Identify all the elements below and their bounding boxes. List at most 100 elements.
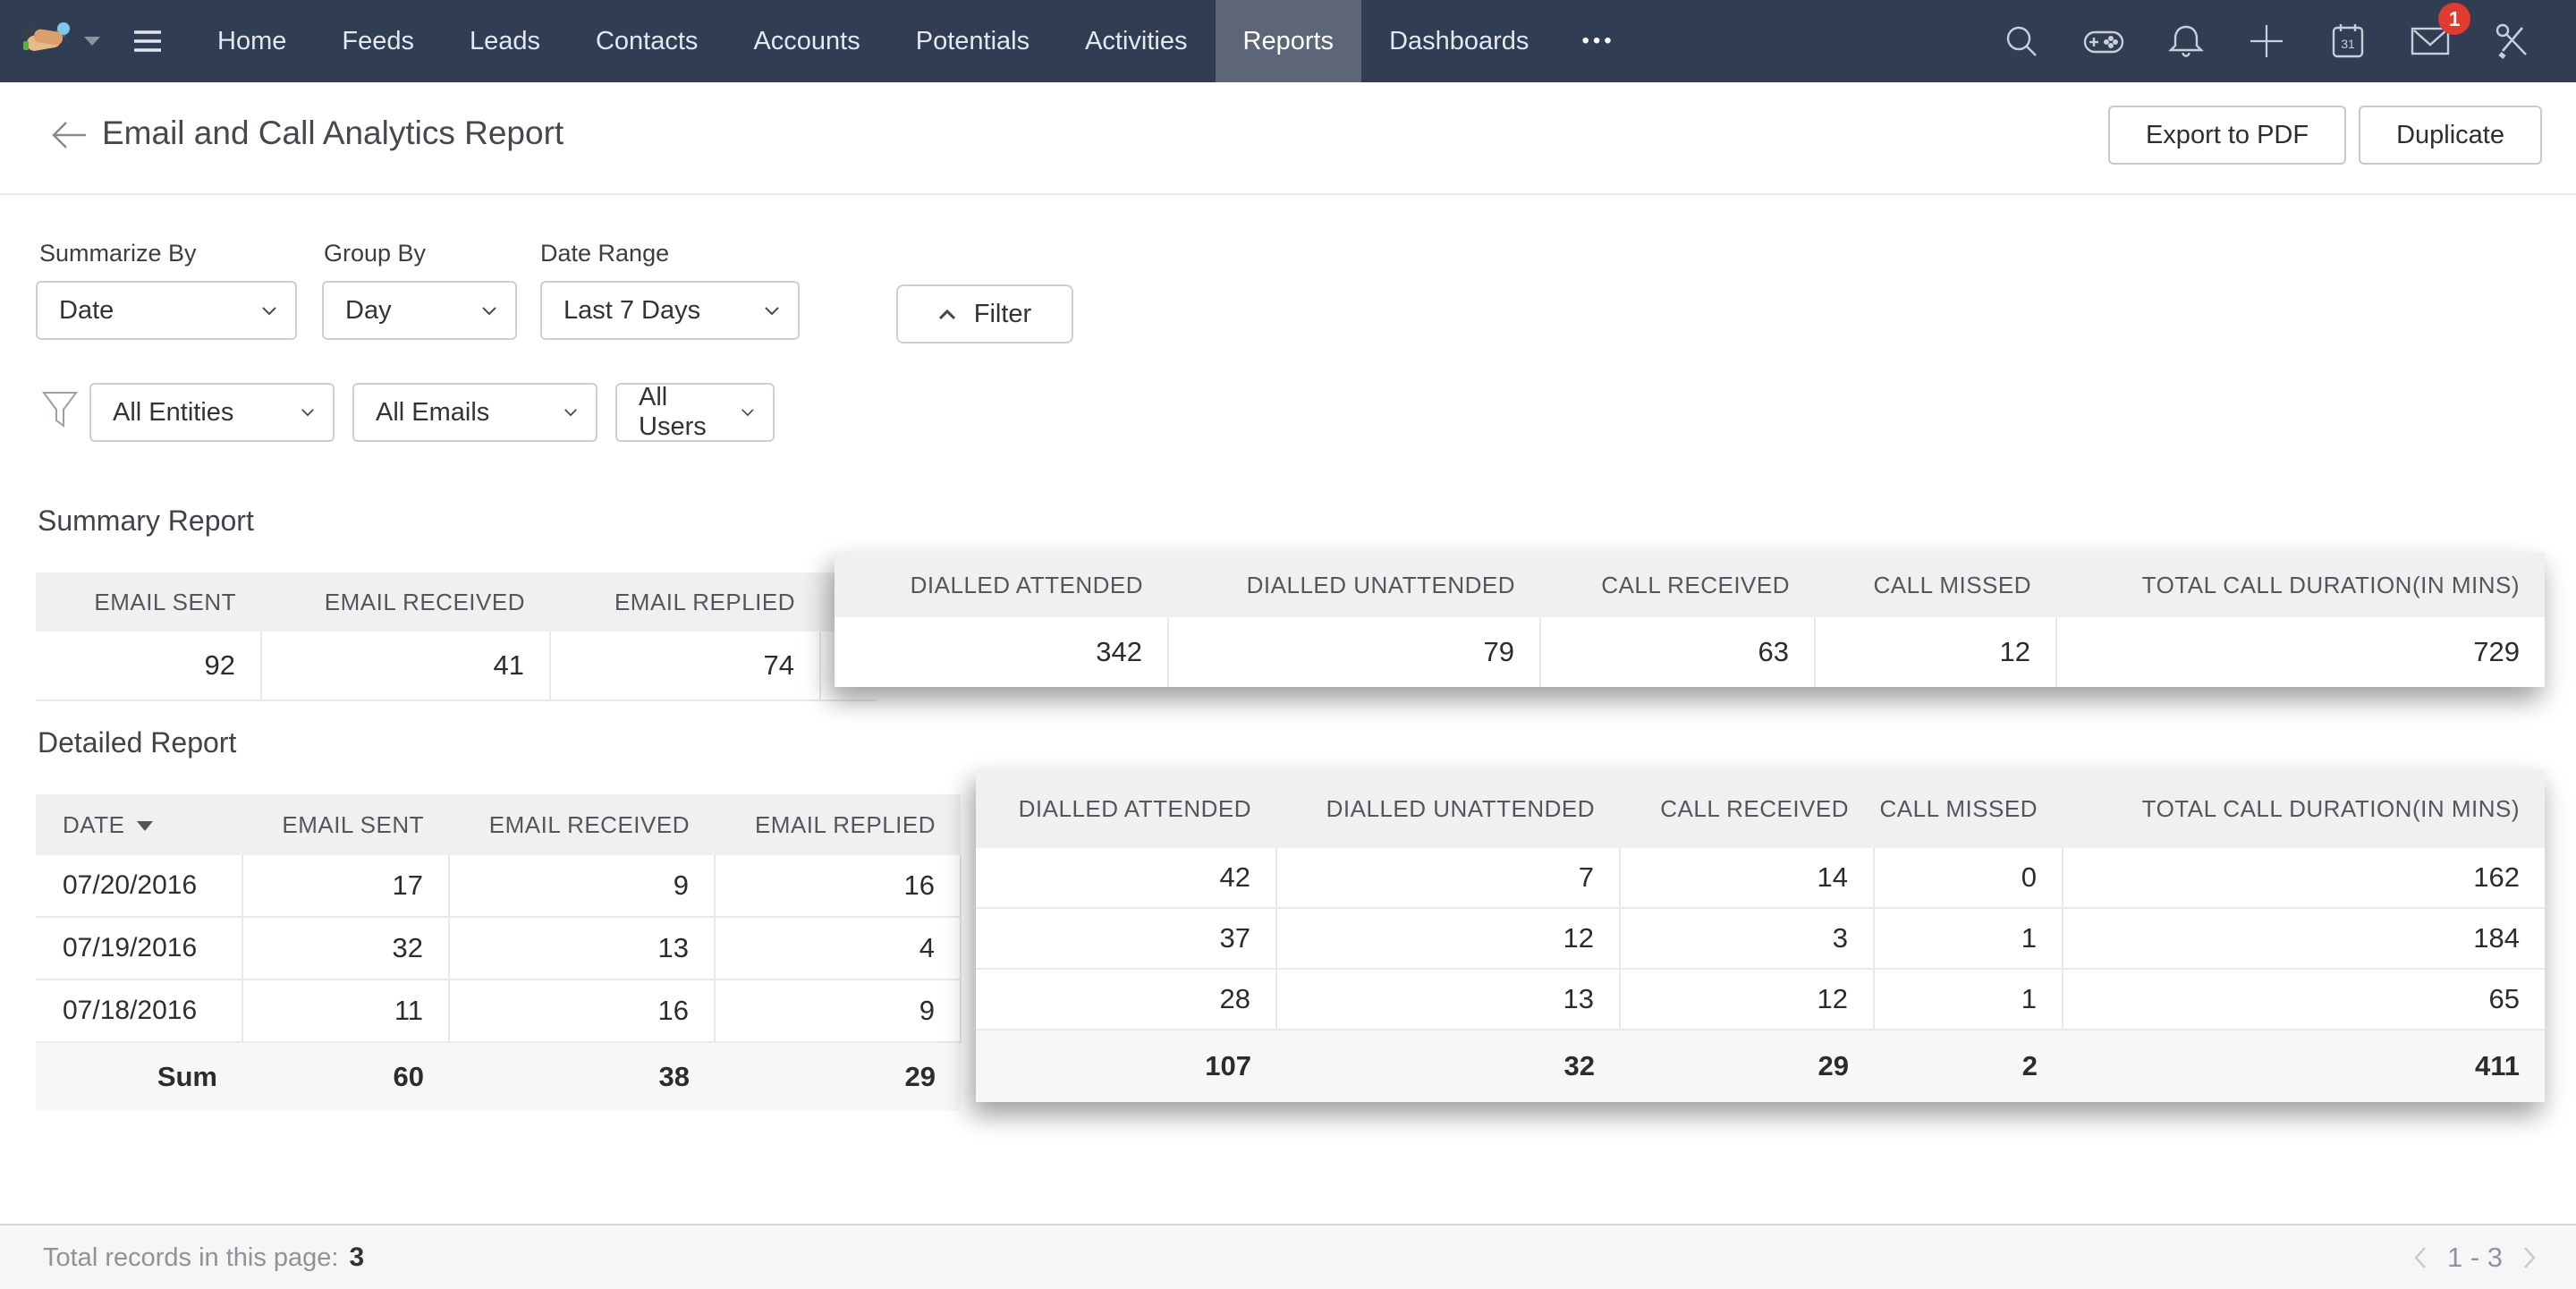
summarize-by-label: Summarize By [39, 240, 197, 267]
mail-icon[interactable]: 1 [2410, 21, 2451, 62]
email-sent-cell: 32 [242, 917, 449, 979]
next-page-icon[interactable] [2522, 1246, 2537, 1269]
email-replied-cell: 9 [715, 979, 961, 1042]
bell-icon[interactable] [2166, 21, 2206, 61]
prev-page-icon[interactable] [2413, 1246, 2428, 1269]
footer-bar: Total records in this page: 3 1 - 3 [0, 1224, 2576, 1289]
col-dialled-unattended[interactable]: DIALLED UNATTENDED [1276, 769, 1620, 848]
group-by-select[interactable]: Day [322, 281, 517, 340]
top-nav: Home Feeds Leads Contacts Accounts Poten… [0, 0, 2576, 82]
detailed-report-title: Detailed Report [38, 726, 236, 759]
page-header: Email and Call Analytics Report Export t… [0, 82, 2576, 195]
total-records: Total records in this page: 3 [43, 1242, 364, 1273]
calendar-icon[interactable]: 31 [2327, 21, 2368, 62]
user-filter-value: All Users [639, 383, 741, 442]
table-row: 42 7 14 0 162 [976, 848, 2545, 908]
chevron-down-icon [261, 306, 277, 316]
email-received-cell: 9 [449, 855, 715, 917]
col-total-call-duration[interactable]: TOTAL CALL DURATION(IN MINS) [2063, 769, 2545, 848]
nav-icon-bar: 31 1 [2002, 21, 2576, 62]
col-email-replied: EMAIL REPLIED [550, 572, 820, 632]
search-icon[interactable] [2002, 21, 2041, 61]
email-replied-cell: 16 [715, 855, 961, 917]
chevron-down-icon [301, 408, 315, 417]
nav-item-home[interactable]: Home [190, 0, 314, 82]
col-dialled-attended[interactable]: DIALLED ATTENDED [976, 769, 1276, 848]
call-missed-sum: 2 [1874, 1030, 2063, 1102]
filter-toggle-button[interactable]: Filter [896, 284, 1073, 343]
entity-filter-select[interactable]: All Entities [89, 383, 335, 442]
nav-item-potentials[interactable]: Potentials [888, 0, 1057, 82]
call-received-total: 63 [1540, 617, 1815, 687]
email-sent-cell: 17 [242, 855, 449, 917]
email-filter-select[interactable]: All Emails [352, 383, 597, 442]
call-received-cell: 12 [1620, 969, 1874, 1030]
hamburger-menu-icon[interactable] [132, 29, 163, 54]
col-email-sent[interactable]: EMAIL SENT [242, 794, 449, 855]
col-email-replied[interactable]: EMAIL REPLIED [715, 794, 961, 855]
email-received-sum: 38 [449, 1042, 715, 1111]
header-actions: Export to PDF Duplicate [2108, 106, 2542, 165]
dialled-unattended-cell: 7 [1276, 848, 1620, 908]
call-missed-cell: 0 [1874, 848, 2063, 908]
table-row: 07/18/2016 11 16 9 [36, 979, 961, 1042]
filter-button-label: Filter [974, 300, 1031, 329]
nav-item-accounts[interactable]: Accounts [725, 0, 887, 82]
table-row: 92 41 74 [36, 632, 877, 700]
email-sent-cell: 11 [242, 979, 449, 1042]
nav-item-reports[interactable]: Reports [1216, 0, 1362, 82]
date-range-value: Last 7 Days [564, 296, 700, 326]
table-header-row: EMAIL SENT EMAIL RECEIVED EMAIL REPLIED [36, 572, 877, 632]
handshake-logo-icon [20, 20, 72, 63]
email-received-cell: 16 [449, 979, 715, 1042]
dialled-attended-cell: 28 [976, 969, 1276, 1030]
date-cell: 07/20/2016 [36, 855, 242, 917]
svg-text:31: 31 [2341, 37, 2355, 51]
app-logo[interactable] [20, 20, 100, 63]
col-date-sortable[interactable]: DATE [36, 794, 242, 855]
dialled-attended-sum: 107 [976, 1030, 1276, 1102]
col-call-missed: CALL MISSED [1815, 553, 2056, 617]
nav-item-feeds[interactable]: Feeds [314, 0, 442, 82]
table-row: 342 79 63 12 729 [835, 617, 2545, 687]
plus-icon[interactable] [2247, 21, 2286, 61]
date-range-label: Date Range [540, 240, 669, 267]
date-header-label: DATE [63, 811, 124, 838]
user-filter-select[interactable]: All Users [615, 383, 775, 442]
table-header-row: DIALLED ATTENDED DIALLED UNATTENDED CALL… [835, 553, 2545, 617]
col-email-sent: EMAIL SENT [36, 572, 261, 632]
col-call-missed[interactable]: CALL MISSED [1874, 769, 2063, 848]
pagination: 1 - 3 [2413, 1242, 2537, 1274]
dialled-unattended-total: 79 [1168, 617, 1540, 687]
duplicate-button[interactable]: Duplicate [2359, 106, 2542, 165]
summary-call-table: DIALLED ATTENDED DIALLED UNATTENDED CALL… [835, 553, 2545, 687]
nav-item-activities[interactable]: Activities [1057, 0, 1215, 82]
col-email-received[interactable]: EMAIL RECEIVED [449, 794, 715, 855]
nav-item-contacts[interactable]: Contacts [568, 0, 725, 82]
export-to-pdf-button[interactable]: Export to PDF [2108, 106, 2346, 165]
summary-report-title: Summary Report [38, 505, 254, 538]
dialled-unattended-cell: 12 [1276, 908, 1620, 969]
nav-more-button[interactable]: ••• [1556, 0, 1640, 82]
gamepad-icon[interactable] [2082, 21, 2125, 62]
funnel-icon [41, 390, 79, 429]
summarize-by-select[interactable]: Date [36, 281, 297, 340]
table-row: 28 13 12 1 65 [976, 969, 2545, 1030]
call-duration-cell: 162 [2063, 848, 2545, 908]
table-header-row: DATE EMAIL SENT EMAIL RECEIVED EMAIL REP… [36, 794, 961, 855]
tools-icon[interactable] [2492, 21, 2533, 62]
nav-item-leads[interactable]: Leads [442, 0, 568, 82]
email-replied-total: 74 [550, 632, 820, 700]
back-arrow-icon[interactable] [45, 116, 89, 154]
col-total-call-duration: TOTAL CALL DURATION(IN MINS) [2056, 553, 2545, 617]
call-missed-cell: 1 [1874, 969, 2063, 1030]
dialled-attended-cell: 42 [976, 848, 1276, 908]
date-range-select[interactable]: Last 7 Days [540, 281, 800, 340]
chevron-down-icon [481, 306, 497, 316]
logo-caret-icon [84, 37, 100, 46]
col-call-received[interactable]: CALL RECEIVED [1620, 769, 1874, 848]
call-received-cell: 14 [1620, 848, 1874, 908]
detailed-call-table-panel: DIALLED ATTENDED DIALLED UNATTENDED CALL… [976, 769, 2545, 1102]
group-by-label: Group By [324, 240, 426, 267]
nav-item-dashboards[interactable]: Dashboards [1361, 0, 1556, 82]
